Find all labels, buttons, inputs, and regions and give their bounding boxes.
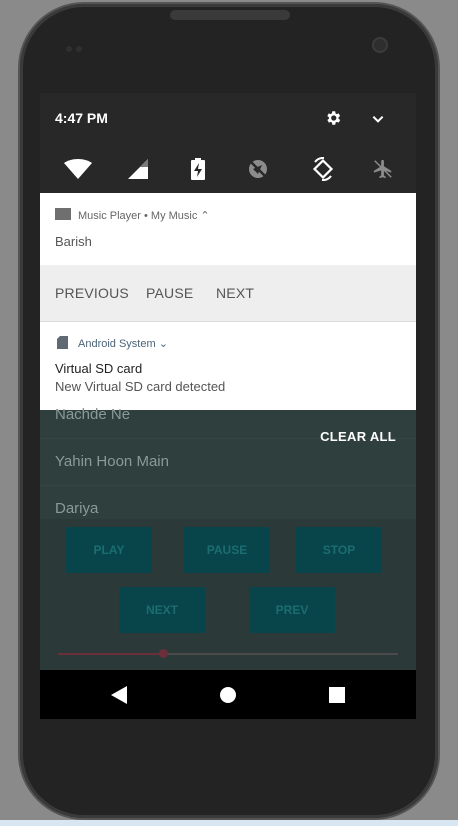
- music-notification[interactable]: Music Player • My Music ⌃ Barish: [40, 193, 416, 265]
- system-notification-title: Virtual SD card: [55, 361, 143, 376]
- quick-settings-row: [40, 149, 416, 189]
- pause-action-button[interactable]: PAUSE: [146, 285, 193, 301]
- status-time: 4:47 PM: [55, 110, 108, 126]
- system-app-header: Android System ⌄: [78, 338, 168, 350]
- stop-button[interactable]: STOP: [296, 527, 382, 573]
- battery-charging-icon[interactable]: [178, 149, 218, 189]
- signal-icon[interactable]: [118, 149, 158, 189]
- settings-icon[interactable]: [323, 108, 343, 128]
- sd-card-icon: [57, 336, 68, 349]
- light-sensor: [76, 46, 82, 52]
- home-icon[interactable]: [215, 682, 241, 708]
- previous-action-button[interactable]: PREVIOUS: [55, 285, 129, 301]
- seek-bar-progress: [58, 653, 163, 655]
- clear-all-button[interactable]: CLEAR ALL: [320, 429, 396, 444]
- navigation-bar: [40, 670, 416, 719]
- front-camera: [372, 37, 388, 53]
- recents-icon[interactable]: [324, 682, 350, 708]
- playlist-item[interactable]: Dariya: [55, 500, 98, 517]
- music-app-header: Music Player • My Music ⌃: [78, 210, 210, 222]
- wifi-icon[interactable]: [58, 149, 98, 189]
- device-screen: 4:47 PM Music Player • My Music ⌃ Barish…: [40, 93, 416, 719]
- playlist-item[interactable]: Yahin Hoon Main: [55, 453, 169, 470]
- music-notification-actions: PREVIOUS PAUSE NEXT: [40, 265, 416, 321]
- pause-button[interactable]: PAUSE: [184, 527, 270, 573]
- playlist-divider: [40, 485, 416, 486]
- seek-bar-thumb[interactable]: [159, 649, 168, 658]
- system-notification-text: New Virtual SD card detected: [55, 379, 226, 394]
- proximity-sensor: [66, 46, 72, 52]
- playlist-item[interactable]: Nachde Ne: [55, 406, 130, 423]
- next-action-button[interactable]: NEXT: [216, 285, 254, 301]
- phone-speaker: [170, 10, 290, 20]
- system-notification[interactable]: Android System ⌄ Virtual SD card New Vir…: [40, 321, 416, 411]
- back-icon[interactable]: [106, 682, 132, 708]
- next-button[interactable]: NEXT: [119, 587, 205, 633]
- window-bottom-edge: [0, 820, 458, 826]
- expand-icon[interactable]: [368, 109, 388, 129]
- airplane-mode-icon[interactable]: [363, 149, 403, 189]
- play-button[interactable]: PLAY: [66, 527, 152, 573]
- location-off-icon[interactable]: [238, 149, 278, 189]
- music-song-title: Barish: [55, 234, 92, 249]
- status-bar: 4:47 PM: [40, 93, 416, 193]
- music-app-icon: [55, 208, 71, 220]
- prev-button[interactable]: PREV: [249, 587, 335, 633]
- auto-rotate-icon[interactable]: [303, 149, 343, 189]
